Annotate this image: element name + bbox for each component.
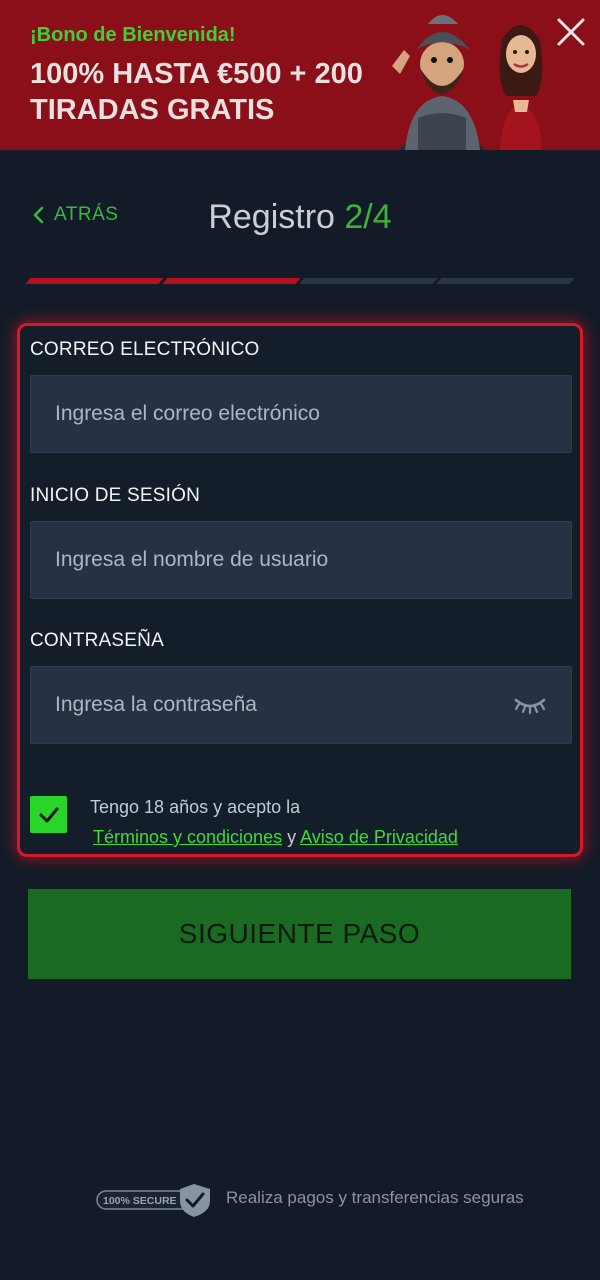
registration-form: CORREO ELECTRÓNICO INICIO DE SESIÓN CONT… bbox=[17, 323, 583, 857]
page-title-text: Registro bbox=[208, 198, 335, 236]
chevron-left-icon bbox=[33, 206, 44, 224]
secure-payments-text: Realiza pagos y transferencias seguras bbox=[226, 1188, 524, 1207]
username-field-wrapper[interactable] bbox=[30, 521, 572, 599]
email-label: CORREO ELECTRÓNICO bbox=[30, 339, 260, 360]
secure-badge-icon: 100% SECURE bbox=[96, 1184, 210, 1217]
password-field[interactable] bbox=[55, 667, 513, 743]
terms-checkbox[interactable] bbox=[30, 796, 67, 833]
checkmark-icon bbox=[39, 807, 58, 822]
terms-intro: Tengo 18 años y acepto la bbox=[90, 797, 301, 817]
terms-connector: y bbox=[287, 827, 297, 847]
promo-banner[interactable]: ¡Bono de Bienvenida! 100% HASTA €500 + 2… bbox=[0, 0, 600, 150]
page-title-step: 2/4 bbox=[344, 198, 392, 236]
email-field-wrapper[interactable] bbox=[30, 375, 572, 453]
secure-badge-text: 100% SECURE bbox=[103, 1195, 177, 1207]
back-button[interactable]: ATRÁS bbox=[32, 204, 118, 226]
back-label: ATRÁS bbox=[54, 204, 119, 225]
username-field[interactable] bbox=[55, 522, 547, 598]
step-progress-bar bbox=[25, 278, 575, 284]
terms-text: Tengo 18 años y acepto la Términos y con… bbox=[90, 792, 458, 852]
terms-link[interactable]: Términos y condiciones bbox=[93, 827, 282, 847]
progress-segment-1 bbox=[25, 278, 164, 284]
privacy-link[interactable]: Aviso de Privacidad bbox=[300, 827, 458, 847]
next-step-button[interactable]: SIGUIENTE PASO bbox=[28, 889, 571, 979]
password-field-wrapper[interactable] bbox=[30, 666, 572, 744]
progress-segment-2 bbox=[162, 278, 301, 284]
eye-closed-icon[interactable] bbox=[513, 694, 547, 716]
close-icon[interactable] bbox=[553, 14, 589, 50]
password-label: CONTRASEÑA bbox=[30, 630, 164, 651]
banner-characters-illustration bbox=[392, 15, 543, 150]
banner-kicker: ¡Bono de Bienvenida! bbox=[30, 24, 236, 46]
username-label: INICIO DE SESIÓN bbox=[30, 485, 201, 506]
progress-segment-3 bbox=[299, 278, 438, 284]
progress-segment-4 bbox=[436, 278, 575, 284]
email-field[interactable] bbox=[55, 376, 547, 452]
